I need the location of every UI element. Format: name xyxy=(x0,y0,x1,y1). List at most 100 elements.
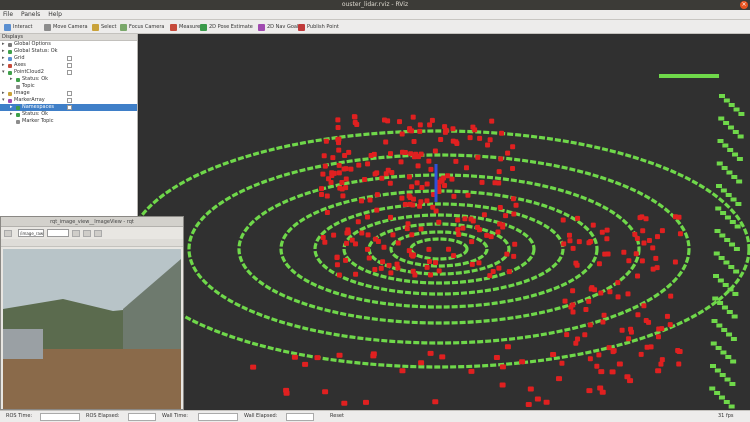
display-item[interactable]: ▸ Status: Ok xyxy=(0,76,137,83)
tool-measure[interactable]: Measure xyxy=(170,22,200,32)
obstacle-point xyxy=(467,135,473,141)
display-type-icon xyxy=(8,71,12,75)
obstacle-point xyxy=(404,226,410,232)
obstacle-point xyxy=(368,152,374,158)
wall-point xyxy=(728,404,735,409)
display-item[interactable]: ▸ Namespaces xyxy=(0,104,137,111)
tool-focus-camera[interactable]: Focus Camera xyxy=(120,22,165,32)
obstacle-point xyxy=(568,304,574,310)
display-item[interactable]: ▸ Grid xyxy=(0,55,137,62)
obstacle-point xyxy=(476,260,482,266)
display-type-icon xyxy=(8,43,12,47)
obstacle-point xyxy=(601,312,607,318)
obstacle-point xyxy=(336,162,342,168)
expand-arrow-icon[interactable]: ▾ xyxy=(2,69,6,76)
expand-arrow-icon[interactable]: ▸ xyxy=(2,41,6,48)
obstacle-point xyxy=(598,290,604,296)
wall-point xyxy=(715,346,722,350)
obstacle-point xyxy=(655,334,661,340)
wall-point xyxy=(724,238,731,242)
obstacle-point xyxy=(359,230,365,236)
obstacle-point xyxy=(456,231,462,237)
display-item-label: Image xyxy=(14,90,30,96)
wall-point xyxy=(730,197,737,202)
tool-interact-icon xyxy=(4,23,11,31)
obstacle-point xyxy=(510,196,516,202)
obstacle-point xyxy=(432,399,439,405)
obstacle-point xyxy=(388,214,394,220)
expand-arrow-icon[interactable]: ▸ xyxy=(10,76,14,83)
refresh-icon[interactable] xyxy=(4,229,12,237)
wall-point xyxy=(732,292,739,296)
save-icon[interactable] xyxy=(72,229,80,237)
render-viewport[interactable] xyxy=(139,34,750,410)
reset-button[interactable]: Reset xyxy=(330,411,344,422)
display-enable-checkbox[interactable] xyxy=(67,63,72,68)
zoom-field[interactable] xyxy=(47,229,69,237)
wall-elapsed-value xyxy=(286,413,314,421)
wall-point xyxy=(733,247,740,251)
obstacle-point xyxy=(625,291,631,297)
tool-select[interactable]: Select xyxy=(92,22,116,32)
display-enable-checkbox[interactable] xyxy=(67,56,72,61)
tool-bar: Interact Move Camera Select Focus Camera Mea… xyxy=(0,20,750,34)
obstacle-point xyxy=(417,128,423,134)
obstacle-point xyxy=(320,171,326,177)
rotate-icon[interactable] xyxy=(83,229,91,237)
menu-help[interactable]: Help xyxy=(45,10,65,19)
display-item[interactable]: ▸ Image xyxy=(0,90,137,97)
display-item[interactable]: ▾ PointCloud2 xyxy=(0,69,137,76)
obstacle-point xyxy=(496,265,502,271)
obstacle-point xyxy=(503,213,509,219)
obstacle-point xyxy=(582,332,588,338)
tool-2d-nav-goal[interactable]: 2D Nav Goal xyxy=(258,22,298,32)
display-item[interactable]: Marker Topic xyxy=(0,118,137,125)
scan-ring xyxy=(313,202,565,296)
display-enable-checkbox[interactable] xyxy=(67,105,72,110)
expand-arrow-icon[interactable]: ▸ xyxy=(10,111,14,118)
obstacle-point xyxy=(487,137,493,143)
display-type-icon xyxy=(16,78,20,82)
display-item[interactable]: ▸ Global Status: Ok xyxy=(0,48,137,55)
obstacle-point xyxy=(365,161,371,167)
obstacle-point xyxy=(379,175,385,181)
menu-panels[interactable]: Panels xyxy=(18,10,43,19)
obstacle-point xyxy=(570,288,576,294)
display-enable-checkbox[interactable] xyxy=(67,98,72,103)
close-icon[interactable]: × xyxy=(740,1,748,9)
settings-icon[interactable] xyxy=(94,229,102,237)
menu-file[interactable]: File xyxy=(0,10,16,19)
expand-arrow-icon[interactable]: ▸ xyxy=(2,55,6,62)
wall-point xyxy=(725,355,732,359)
display-enable-checkbox[interactable] xyxy=(67,70,72,75)
expand-arrow-icon[interactable]: ▸ xyxy=(2,90,6,97)
expand-arrow-icon[interactable]: ▸ xyxy=(2,62,6,69)
obstacle-point xyxy=(397,119,403,125)
display-enable-checkbox[interactable] xyxy=(67,91,72,96)
tool-2d-pose-estimate[interactable]: 2D Pose Estimate xyxy=(200,22,253,32)
wall-point xyxy=(723,121,730,125)
scan-ring xyxy=(237,173,641,325)
display-item[interactable]: Topic xyxy=(0,83,137,90)
display-item[interactable]: ▸ Status: Ok xyxy=(0,111,137,118)
display-item[interactable]: ▸ Global Options xyxy=(0,41,137,48)
wall-point xyxy=(718,116,725,121)
topic-selector[interactable]: /image_raw xyxy=(18,229,44,237)
obstacle-point xyxy=(323,138,329,144)
expand-arrow-icon[interactable]: ▾ xyxy=(2,97,6,104)
point-cloud-canvas[interactable] xyxy=(139,34,750,410)
expand-arrow-icon[interactable]: ▸ xyxy=(2,48,6,55)
tool-label: 2D Pose Estimate xyxy=(209,24,253,30)
obstacle-point xyxy=(550,352,557,358)
display-item[interactable]: ▸ Axes xyxy=(0,62,137,69)
ros-time-label: ROS Time: xyxy=(6,413,33,419)
tool-move-camera[interactable]: Move Camera xyxy=(44,22,88,32)
tool-publish-point[interactable]: Publish Point xyxy=(298,22,339,32)
display-item[interactable]: ▾ MarkerArray xyxy=(0,97,137,104)
obstacle-point xyxy=(362,176,368,182)
obstacle-point xyxy=(415,163,421,169)
tool-interact[interactable]: Interact xyxy=(4,22,33,32)
obstacle-point xyxy=(451,253,457,259)
expand-arrow-icon[interactable]: ▸ xyxy=(10,104,14,111)
obstacle-point xyxy=(460,225,466,231)
